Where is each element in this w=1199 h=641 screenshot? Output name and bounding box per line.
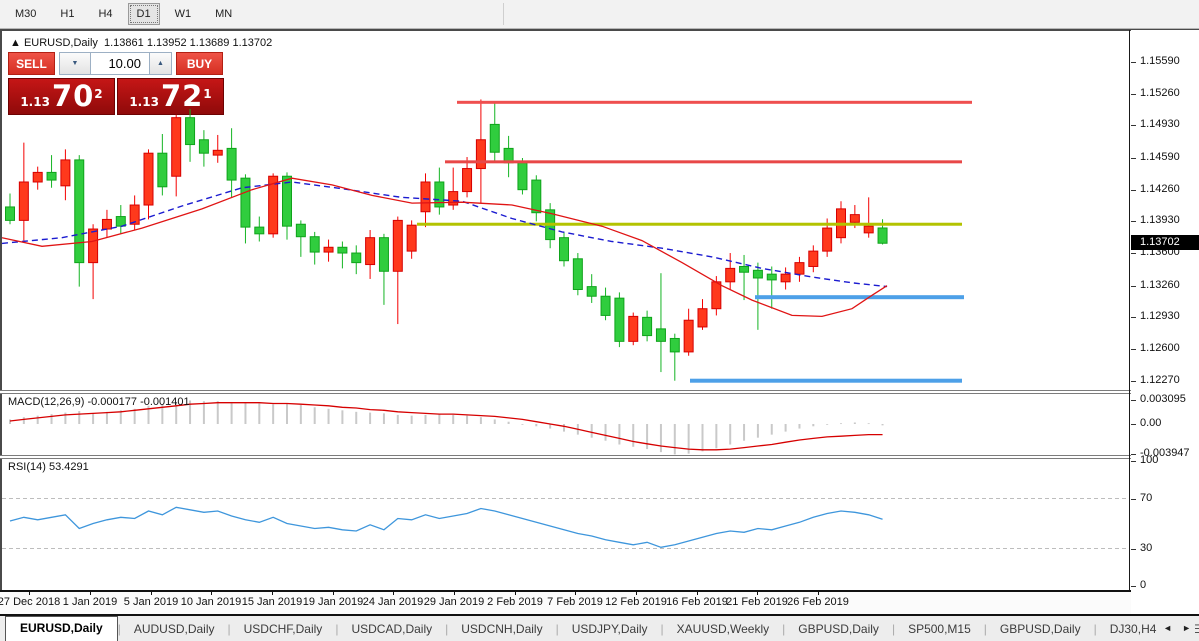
date-tick: [757, 592, 758, 595]
chart-tab-usdcnh-daily[interactable]: USDCNH,Daily: [448, 619, 555, 639]
date-axis-label: 27 Dec 2018: [0, 596, 60, 608]
tab-nav: ◄ ►: [1159, 619, 1195, 637]
axis-separator-line: [1129, 30, 1130, 591]
current-price-tag: 1.13702: [1131, 235, 1199, 250]
date-tick: [575, 592, 576, 595]
date-axis-label: 21 Feb 2019: [726, 596, 788, 608]
rsi-axis-label-tick: [1131, 586, 1136, 587]
rsi-axis-label: 30: [1140, 542, 1152, 554]
date-axis-label: 1 Jan 2019: [63, 596, 117, 608]
timeframe-button-d1[interactable]: D1: [128, 3, 160, 25]
date-tick: [454, 592, 455, 595]
price-axis-label: 1.13930: [1140, 214, 1180, 226]
date-axis-label: 26 Feb 2019: [787, 596, 849, 608]
chart-tab-bar: EURUSD,Daily|AUDUSD,Daily|USDCHF,Daily|U…: [0, 616, 1199, 641]
price-axis-label: 1.14590: [1140, 151, 1180, 163]
date-axis-label: 15 Jan 2019: [242, 596, 303, 608]
macd-axis-label-tick: [1131, 454, 1136, 455]
date-axis-label: 5 Jan 2019: [124, 596, 178, 608]
tab-scroll-left-icon[interactable]: ◄: [1163, 623, 1172, 633]
rsi-axis-label-tick: [1131, 499, 1136, 500]
date-tick: [515, 592, 516, 595]
macd-label: MACD(12,26,9) -0.000177 -0.001401: [8, 396, 190, 408]
date-tick: [151, 592, 152, 595]
date-axis-label: 10 Jan 2019: [181, 596, 242, 608]
rsi-axis-label-tick: [1131, 549, 1136, 550]
date-tick: [272, 592, 273, 595]
macd-axis-label: 0.003095: [1140, 393, 1186, 405]
price-axis-label-tick: [1131, 125, 1136, 126]
date-axis-label: 7 Feb 2019: [547, 596, 603, 608]
rsi-label: RSI(14) 53.4291: [8, 461, 89, 473]
price-axis-label-tick: [1131, 190, 1136, 191]
rsi-axis-label: 70: [1140, 492, 1152, 504]
price-axis-label: 1.12270: [1140, 374, 1180, 386]
tab-scroll-right-icon[interactable]: ►: [1182, 623, 1191, 633]
timeframe-toolbar: M30 H1 H4 D1 W1MN: [0, 0, 1199, 29]
chart-tabs: EURUSD,Daily|AUDUSD,Daily|USDCHF,Daily|U…: [0, 616, 1199, 641]
timeframe-button-h4[interactable]: H4: [89, 3, 121, 25]
chart-tab-gbpusd-daily[interactable]: GBPUSD,Daily: [987, 619, 1094, 639]
date-tick: [90, 592, 91, 595]
timeframe-buttons: M30 H1 H4 D1 W1MN: [0, 3, 241, 25]
price-axis-label: 1.14930: [1140, 118, 1180, 130]
date-tick: [636, 592, 637, 595]
price-axis-label-tick: [1131, 381, 1136, 382]
date-axis-label: 12 Feb 2019: [605, 596, 667, 608]
rsi-axis-label: 100: [1140, 454, 1158, 466]
price-axis-label-tick: [1131, 349, 1136, 350]
date-axis-label: 24 Jan 2019: [363, 596, 424, 608]
date-axis-label: 2 Feb 2019: [487, 596, 543, 608]
date-tick: [697, 592, 698, 595]
chart-tab-usdcad-daily[interactable]: USDCAD,Daily: [338, 619, 445, 639]
price-axis-label: 1.13260: [1140, 279, 1180, 291]
trading-terminal: M30H1H4D1W1MN ▲ EURUSD,Daily 1.13861 1.1…: [0, 0, 1199, 641]
rsi-axis-label-tick: [1131, 461, 1136, 462]
chart-tab-usdjpy-daily[interactable]: USDJPY,Daily: [559, 619, 661, 639]
timeframe-button-mn[interactable]: MN: [206, 3, 241, 25]
timeframe-button-m30[interactable]: M30: [6, 3, 45, 25]
price-axis-label: 1.14260: [1140, 183, 1180, 195]
price-axis-label-tick: [1131, 317, 1136, 318]
date-axis[interactable]: 27 Dec 20181 Jan 2019 5 Jan 201910 Jan 20…: [0, 592, 1199, 614]
macd-axis-label: 0.00: [1140, 417, 1161, 429]
date-tick: [818, 592, 819, 595]
date-tick: [393, 592, 394, 595]
price-axis-label-tick: [1131, 286, 1136, 287]
macd-axis-label-tick: [1131, 424, 1136, 425]
date-axis-label: 19 Jan 2019: [303, 596, 364, 608]
price-axis-label: 1.12930: [1140, 310, 1180, 322]
date-tick: [211, 592, 212, 595]
chart-tab-xauusd-weekly[interactable]: XAUUSD,Weekly: [664, 619, 782, 639]
chart-tab-audusd-daily[interactable]: AUDUSD,Daily: [121, 619, 228, 639]
date-tick: [333, 592, 334, 595]
macd-axis-label-tick: [1131, 400, 1136, 401]
chart-tab-eurusd-daily[interactable]: EURUSD,Daily: [5, 616, 118, 641]
price-axis-label: 1.12600: [1140, 342, 1180, 354]
date-axis-label: 29 Jan 2019: [424, 596, 485, 608]
rsi-axis-label: 0: [1140, 579, 1146, 591]
chart-tab-usdchf-daily[interactable]: USDCHF,Daily: [231, 619, 336, 639]
price-axis-label-tick: [1131, 221, 1136, 222]
chart-tab-sp500-m15[interactable]: SP500,M15: [895, 619, 984, 639]
price-axis[interactable]: 1.15590 1.15260 1.14930 1.14590 1.14260 1.139…: [1131, 30, 1199, 614]
timeframe-button-h1[interactable]: H1: [51, 3, 83, 25]
price-axis-label-tick: [1131, 94, 1136, 95]
date-axis-label: 16 Feb 2019: [666, 596, 728, 608]
toolbar-separator: [503, 3, 504, 25]
chart-tab-gbpusd-daily[interactable]: GBPUSD,Daily: [785, 619, 892, 639]
price-axis-label-tick: [1131, 62, 1136, 63]
price-axis-label: 1.15590: [1140, 55, 1180, 67]
price-axis-label-tick: [1131, 158, 1136, 159]
price-chart-canvas[interactable]: [2, 30, 1129, 390]
rsi-pane-canvas[interactable]: [2, 459, 1129, 590]
price-axis-label-tick: [1131, 253, 1136, 254]
price-axis-label: 1.15260: [1140, 87, 1180, 99]
timeframe-button-w1[interactable]: W1: [166, 3, 201, 25]
date-tick: [29, 592, 30, 595]
